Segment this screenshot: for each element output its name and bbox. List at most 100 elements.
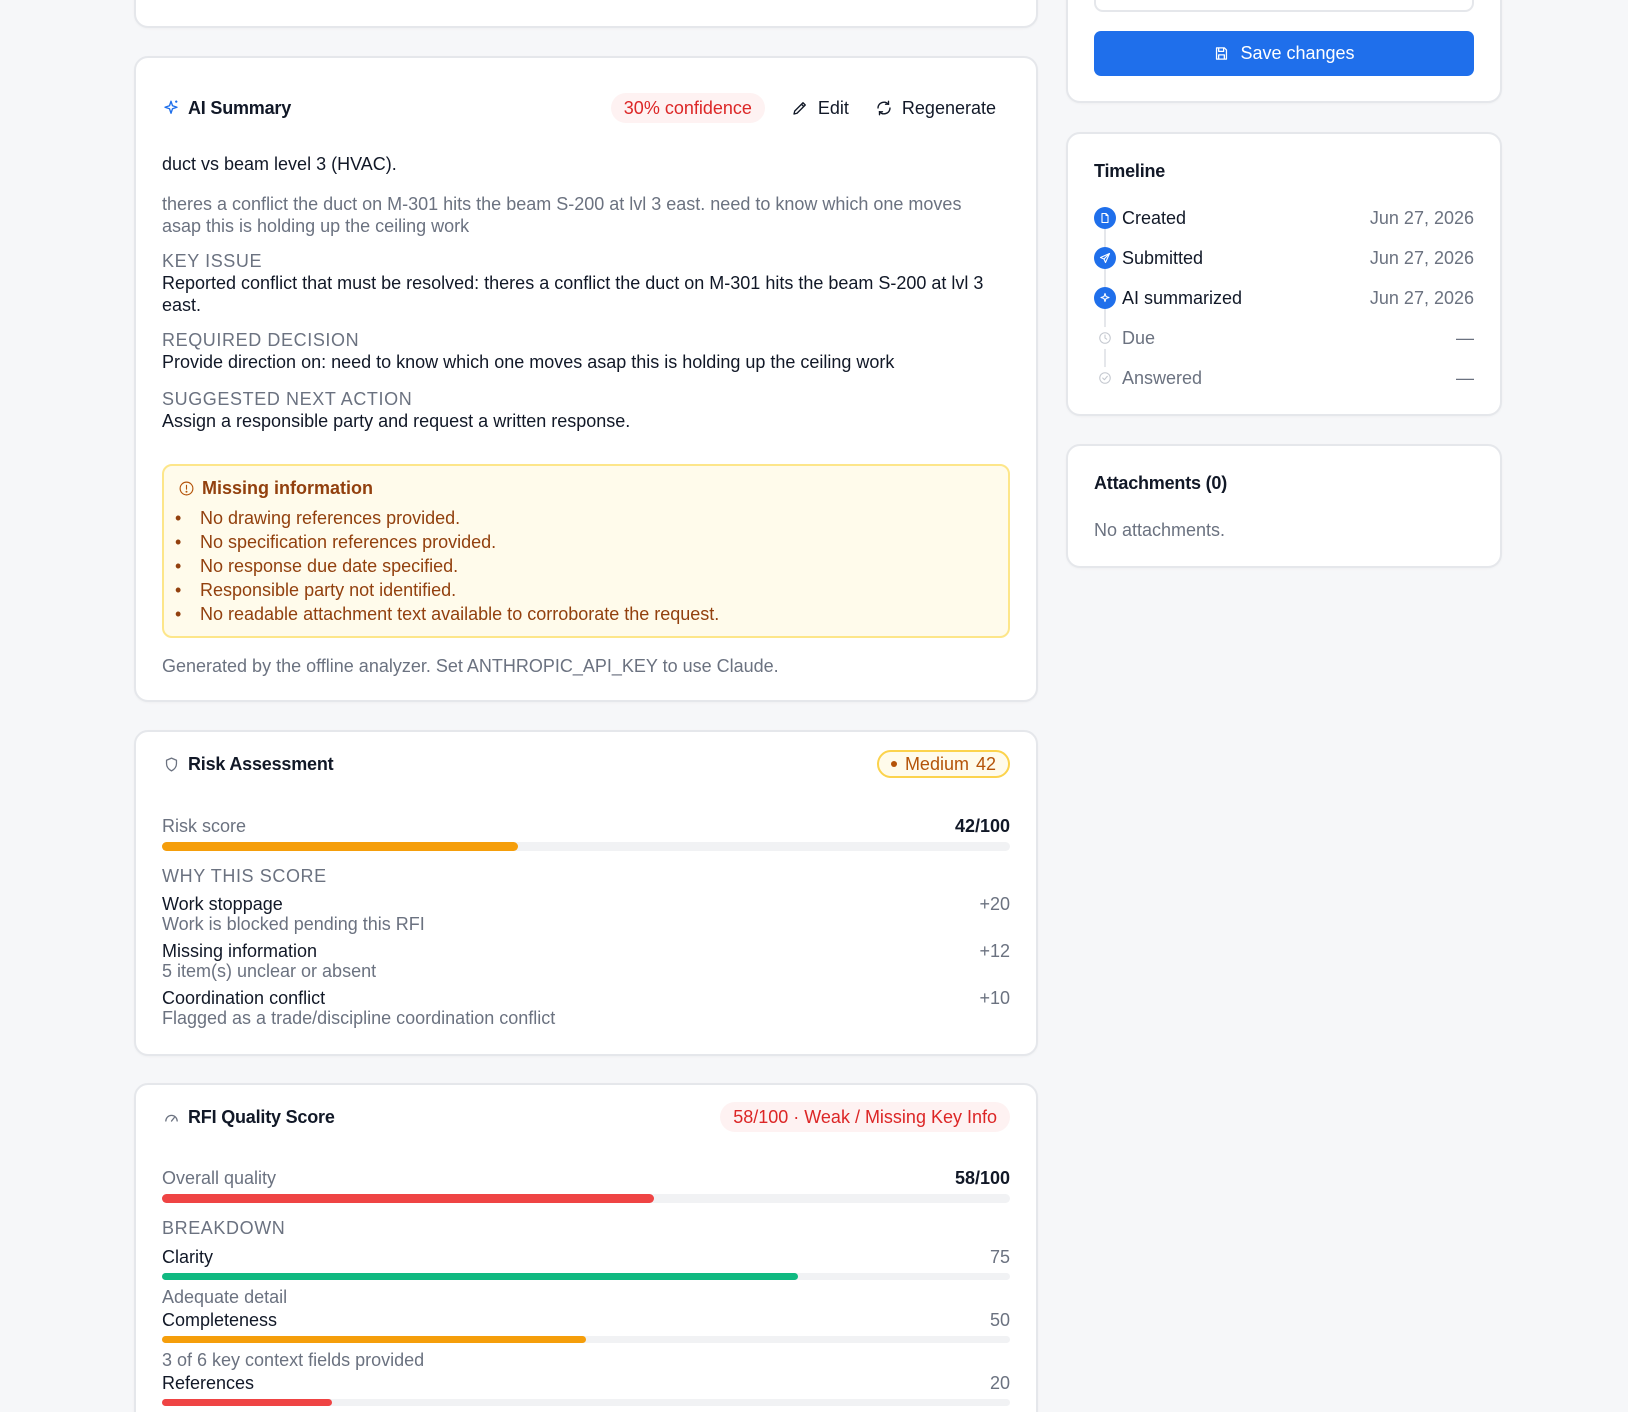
breakdown-item-value: 50 bbox=[989, 1310, 1010, 1330]
overall-quality-value: 58/100 bbox=[954, 1168, 1010, 1188]
missing-info-item: • Responsible party not identified. bbox=[175, 580, 457, 600]
risk-score-value: 42/100 bbox=[954, 816, 1010, 836]
timeline-item-due: Due — bbox=[1094, 324, 1474, 352]
sparkle-icon bbox=[1094, 287, 1116, 309]
breakdown-item-label: Completeness bbox=[162, 1310, 278, 1330]
timeline-item-created: Created Jun 27, 2026 bbox=[1094, 204, 1474, 232]
breakdown-item-bar-fill bbox=[162, 1399, 332, 1406]
breakdown-item-note: 3 of 6 key context fields provided bbox=[162, 1350, 425, 1370]
ai-summary-header: AI Summary 30% confidence Edit Regenerat… bbox=[162, 91, 1010, 125]
gauge-icon bbox=[162, 1108, 180, 1126]
save-changes-button[interactable]: Save changes bbox=[1094, 31, 1474, 76]
sparkle-icon bbox=[162, 99, 180, 117]
risk-reason-points: +20 bbox=[979, 894, 1010, 914]
pencil-icon bbox=[791, 99, 809, 117]
missing-info-title: Missing information bbox=[202, 478, 373, 498]
file-icon bbox=[1094, 207, 1116, 229]
timeline-label: Answered bbox=[1122, 367, 1203, 388]
ai-summary-title: AI Summary bbox=[188, 97, 292, 118]
breakdown-item-bar bbox=[162, 1336, 1010, 1343]
attachments-empty-text: No attachments. bbox=[1094, 520, 1226, 540]
missing-info-item: • No drawing references provided. bbox=[175, 508, 461, 528]
risk-reason-row: Work stoppage Work is blocked pending th… bbox=[162, 894, 1010, 934]
missing-info-item: • No readable attachment text available t… bbox=[175, 604, 720, 624]
timeline-date: — bbox=[1456, 327, 1474, 348]
key-issue-label: KEY ISSUE bbox=[162, 251, 263, 271]
timeline-date: Jun 27, 2026 bbox=[1369, 207, 1474, 228]
required-decision-text: Provide direction on: need to know which… bbox=[162, 352, 895, 372]
breakdown-item-value: 20 bbox=[989, 1373, 1010, 1393]
shield-icon bbox=[162, 755, 180, 773]
breakdown-label: BREAKDOWN bbox=[162, 1218, 286, 1238]
timeline-card: Timeline Created Jun 27, 2026 Submitted … bbox=[1066, 132, 1502, 416]
save-changes-label: Save changes bbox=[1240, 43, 1355, 63]
previous-card bbox=[134, 0, 1038, 28]
timeline-label: Due bbox=[1122, 327, 1156, 348]
risk-reason-title: Missing information bbox=[162, 941, 318, 961]
risk-reason-title: Coordination conflict bbox=[162, 988, 326, 1008]
breakdown-item-label: References bbox=[162, 1373, 255, 1393]
alert-circle-icon bbox=[178, 480, 195, 497]
risk-score-bar-fill bbox=[162, 842, 519, 851]
missing-info-item: • No response due date specified. bbox=[175, 556, 459, 576]
timeline-label: Created bbox=[1122, 207, 1187, 228]
timeline-title: Timeline bbox=[1094, 161, 1166, 181]
risk-reason-row: Missing information 5 item(s) unclear or… bbox=[162, 941, 1010, 981]
missing-info-item: • No specification references provided. bbox=[175, 532, 497, 552]
risk-level-badge: Medium 42 bbox=[876, 750, 1010, 778]
risk-reason-row: Coordination conflict Flagged as a trade… bbox=[162, 988, 1010, 1028]
quality-header: RFI Quality Score 58/100 · Weak / Missin… bbox=[162, 1100, 1010, 1134]
overall-quality-label: Overall quality bbox=[162, 1168, 277, 1188]
risk-reason-points: +10 bbox=[979, 988, 1010, 1008]
timeline-label: AI summarized bbox=[1122, 287, 1243, 308]
regenerate-label: Regenerate bbox=[901, 97, 996, 118]
key-issue-text: Reported conflict that must be resolved:… bbox=[162, 273, 984, 315]
risk-reason-subtitle: Flagged as a trade/discipline coordinati… bbox=[162, 1008, 556, 1028]
clock-icon bbox=[1094, 327, 1116, 349]
timeline-label: Submitted bbox=[1122, 247, 1204, 268]
breakdown-item-bar-fill bbox=[162, 1336, 586, 1343]
check-circle-icon bbox=[1094, 367, 1116, 389]
breakdown-item-bar-fill bbox=[162, 1273, 798, 1280]
timeline-date: Jun 27, 2026 bbox=[1369, 287, 1474, 308]
risk-level-text: Medium bbox=[904, 753, 969, 774]
risk-assessment-card: Risk Assessment Medium 42 Risk score 42/… bbox=[134, 730, 1038, 1056]
next-action-label: SUGGESTED NEXT ACTION bbox=[162, 389, 413, 409]
breakdown-item-bar bbox=[162, 1399, 1010, 1406]
breakdown-item-label: Clarity bbox=[162, 1247, 214, 1267]
confidence-badge: 30% confidence bbox=[610, 93, 765, 123]
timeline-item-ai-summarized: AI summarized Jun 27, 2026 bbox=[1094, 284, 1474, 312]
breakdown-item: References 20 bbox=[162, 1373, 1010, 1412]
risk-reason-subtitle: Work is blocked pending this RFI bbox=[162, 914, 425, 934]
risk-level-value: 42 bbox=[975, 753, 996, 774]
why-score-label: WHY THIS SCORE bbox=[162, 866, 327, 886]
breakdown-item-bar bbox=[162, 1273, 1010, 1280]
timeline-date: — bbox=[1456, 367, 1474, 388]
overall-quality-bar-fill bbox=[162, 1194, 654, 1203]
required-decision-label: REQUIRED DECISION bbox=[162, 330, 360, 350]
regenerate-button[interactable]: Regenerate bbox=[875, 98, 996, 119]
actions-card: Save changes bbox=[1066, 0, 1502, 103]
next-action-text: Assign a responsible party and request a… bbox=[162, 411, 631, 431]
missing-info-list: • No drawing references provided. • No spe… bbox=[175, 506, 720, 626]
send-icon bbox=[1094, 247, 1116, 269]
refresh-icon bbox=[875, 99, 893, 117]
edit-button[interactable]: Edit bbox=[791, 98, 849, 119]
attachments-card: Attachments (0) No attachments. bbox=[1066, 444, 1502, 568]
quality-badge: 58/100 · Weak / Missing Key Info bbox=[720, 1102, 1010, 1132]
risk-reason-points: +12 bbox=[979, 941, 1010, 961]
breakdown-item: Clarity 75 Adequate detail bbox=[162, 1247, 1010, 1307]
missing-info-box: Missing information • No drawing referenc… bbox=[162, 464, 1010, 638]
risk-reason-title: Work stoppage bbox=[162, 894, 283, 914]
timeline-item-submitted: Submitted Jun 27, 2026 bbox=[1094, 244, 1474, 272]
breakdown-item-value: 75 bbox=[989, 1247, 1010, 1267]
edit-label: Edit bbox=[817, 97, 849, 118]
quality-title: RFI Quality Score bbox=[188, 1106, 335, 1127]
quality-score-card: RFI Quality Score 58/100 · Weak / Missin… bbox=[134, 1083, 1038, 1412]
timeline-item-answered: Answered — bbox=[1094, 364, 1474, 392]
risk-level-dot bbox=[890, 761, 897, 767]
risk-score-bar bbox=[162, 842, 1010, 851]
select-field-partial[interactable] bbox=[1094, 0, 1474, 12]
risk-score-label: Risk score bbox=[162, 816, 247, 836]
breakdown-item-note: Adequate detail bbox=[162, 1287, 288, 1307]
